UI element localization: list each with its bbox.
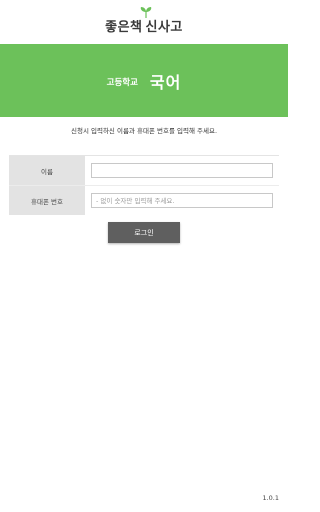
name-input[interactable] bbox=[91, 163, 273, 178]
leaf-icon bbox=[140, 6, 152, 18]
header: 좋은책 신사고 bbox=[0, 0, 288, 44]
instruction-text: 신청시 입력하신 이름과 휴대폰 번호를 입력해 주세요. bbox=[70, 127, 218, 135]
subject-title: 국어 bbox=[149, 72, 182, 92]
name-row: 이름 bbox=[9, 156, 279, 185]
phone-input[interactable] bbox=[91, 193, 273, 208]
logo-main-text: 좋은책 bbox=[105, 19, 143, 35]
name-field-cell bbox=[85, 156, 279, 185]
name-label: 이름 bbox=[9, 156, 85, 185]
version-label: 1.0.1 bbox=[262, 494, 279, 502]
subject-banner: 고등학교 국어 bbox=[0, 44, 288, 117]
phone-row: 휴대폰 번호 bbox=[9, 185, 279, 215]
phone-label: 휴대폰 번호 bbox=[9, 186, 85, 215]
login-screen: 좋은책 신사고 고등학교 국어 신청시 입력하신 이름과 휴대폰 번호를 입력해… bbox=[0, 0, 288, 512]
logo: 좋은책 신사고 bbox=[105, 6, 183, 35]
phone-field-cell bbox=[85, 186, 279, 215]
login-form: 이름 휴대폰 번호 bbox=[9, 155, 279, 215]
school-level: 고등학교 bbox=[106, 78, 138, 88]
login-button[interactable]: 로그인 bbox=[108, 222, 180, 243]
